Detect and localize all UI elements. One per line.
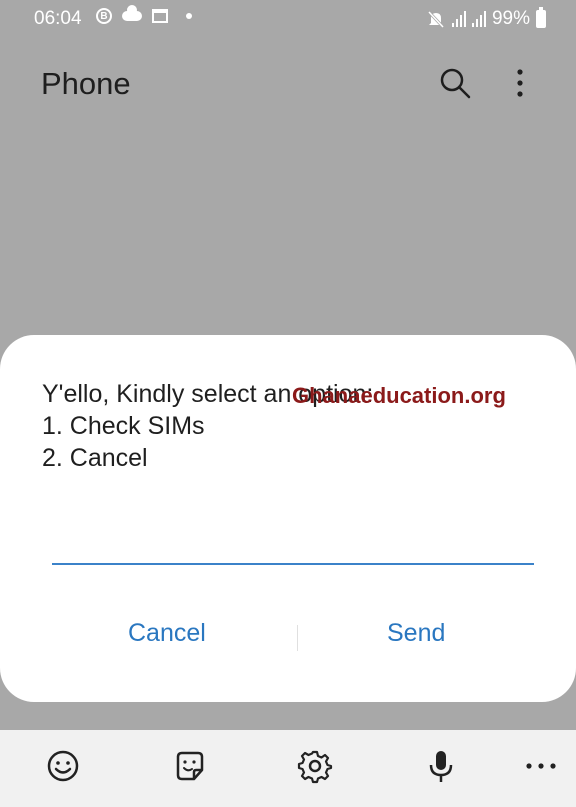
- send-button[interactable]: Send: [387, 619, 445, 648]
- more-horiz-icon[interactable]: [523, 748, 559, 784]
- watermark: Ghanaeducation.org: [292, 383, 506, 408]
- mute-icon: [427, 10, 445, 29]
- search-icon[interactable]: [438, 66, 472, 100]
- settings-gear-icon[interactable]: [297, 748, 333, 784]
- calendar-icon: [152, 9, 168, 23]
- keyboard-toolbar: [0, 730, 576, 807]
- microphone-icon[interactable]: [423, 748, 459, 784]
- page-title: Phone: [41, 66, 131, 101]
- battery-percent: 99%: [491, 8, 530, 29]
- cancel-button[interactable]: Cancel: [128, 619, 206, 648]
- status-bar: 06:04 B 99%: [0, 0, 576, 38]
- button-divider: [297, 625, 298, 651]
- more-vert-icon[interactable]: [506, 66, 534, 100]
- message-line-3: 2. Cancel: [42, 444, 148, 472]
- status-system-icons: 99%: [426, 7, 546, 30]
- message-line-2: 1. Check SIMs: [42, 412, 205, 440]
- reply-input[interactable]: [52, 563, 534, 565]
- signal-1-icon: [451, 11, 466, 27]
- battery-icon: [536, 7, 546, 28]
- notification-dot-icon: [186, 13, 192, 19]
- sticker-icon[interactable]: [172, 748, 208, 784]
- emoji-icon[interactable]: [45, 748, 81, 784]
- notification-b-icon: B: [96, 8, 112, 24]
- ussd-dialog: Y'ello, Kindly select an option: 1. Chec…: [0, 335, 576, 702]
- status-notification-icons: B: [96, 5, 192, 24]
- cloud-icon: [122, 5, 142, 21]
- status-time: 06:04: [34, 8, 82, 29]
- signal-2-icon: [471, 11, 486, 27]
